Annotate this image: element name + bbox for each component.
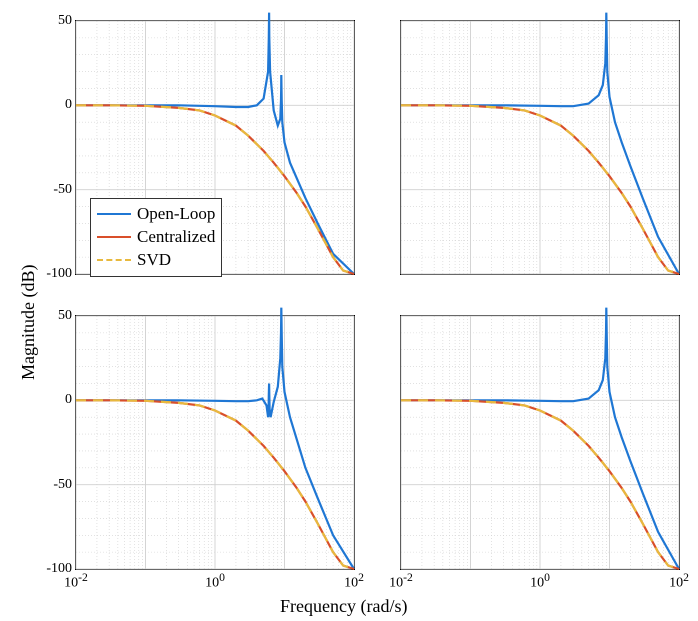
panel-u2-y2: 10-2100102 <box>400 315 680 570</box>
y-tick: 0 <box>65 97 76 113</box>
panel-u1-y2: -100-5005010-2100102 <box>75 315 355 570</box>
legend-label: SVD <box>137 249 171 272</box>
y-tick: 50 <box>58 308 76 324</box>
y-tick: 50 <box>58 13 76 29</box>
x-tick: 10-2 <box>389 569 413 592</box>
panel-u2-y1 <box>400 20 680 275</box>
legend-item-centralized: Centralized <box>97 226 215 249</box>
legend-label: Open-Loop <box>137 203 215 226</box>
legend-swatch <box>97 259 131 261</box>
legend-swatch <box>97 236 131 238</box>
x-tick: 10-2 <box>64 569 88 592</box>
y-tick: -50 <box>53 477 76 493</box>
y-tick: -50 <box>53 182 76 198</box>
y-tick: 0 <box>65 392 76 408</box>
y-tick: -100 <box>46 266 76 282</box>
x-tick: 102 <box>344 569 364 592</box>
legend: Open-Loop Centralized SVD <box>90 198 222 277</box>
x-tick: 102 <box>669 569 689 592</box>
legend-item-open-loop: Open-Loop <box>97 203 215 226</box>
legend-swatch <box>97 213 131 215</box>
x-axis-label: Frequency (rad/s) <box>280 596 407 617</box>
y-axis-label: Magnitude (dB) <box>18 265 39 380</box>
x-tick: 100 <box>530 569 550 592</box>
x-tick: 100 <box>205 569 225 592</box>
bode-figure: Magnitude (dB) Frequency (rad/s) -100-50… <box>0 0 698 621</box>
legend-label: Centralized <box>137 226 215 249</box>
legend-item-svd: SVD <box>97 249 215 272</box>
